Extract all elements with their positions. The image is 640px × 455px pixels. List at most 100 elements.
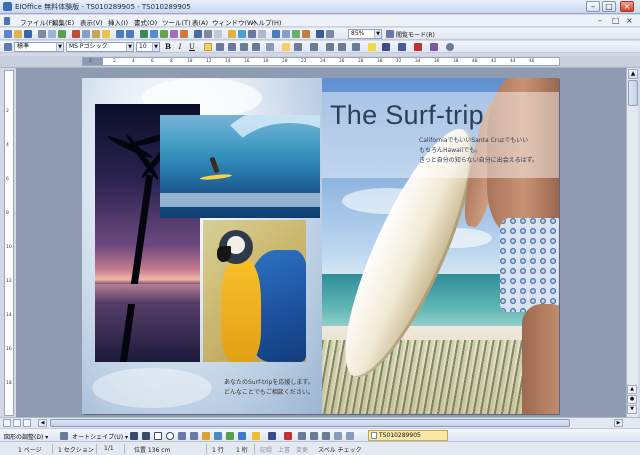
textbox-icon[interactable] [248, 30, 256, 38]
next-page-icon[interactable]: ▼ [627, 405, 637, 414]
print-layout-icon[interactable] [23, 419, 31, 427]
body-text[interactable]: CaliforniaでもいいSanta Cruzでもいい もちろんHawaiiで… [419, 136, 559, 166]
chevron-down-icon[interactable]: ▼ [152, 43, 159, 51]
line-color-icon[interactable] [268, 432, 276, 440]
dash-style-icon[interactable] [310, 432, 318, 440]
fill-color-icon[interactable] [252, 432, 260, 440]
menu-insert[interactable]: 挿入(I) [108, 17, 128, 27]
doc-map-icon[interactable] [194, 30, 202, 38]
wordart-icon[interactable] [202, 432, 210, 440]
vertical-scroll-thumb[interactable] [628, 80, 638, 106]
vertical-ruler[interactable]: 2 4 6 8 10 12 14 16 18 [4, 70, 14, 416]
add-icon[interactable] [446, 43, 454, 51]
scroll-right-arrow-icon[interactable]: ▶ [614, 419, 623, 427]
italic-button[interactable]: I [176, 43, 184, 51]
maximize-button[interactable]: □ [602, 1, 616, 12]
oval-icon[interactable] [166, 432, 174, 440]
chart-icon[interactable] [228, 30, 236, 38]
status-spellcheck[interactable]: スペル チェック [318, 445, 362, 454]
pilcrow-icon[interactable] [272, 30, 280, 38]
scroll-up-arrow-icon[interactable]: ▲ [628, 69, 638, 79]
horizontal-scrollbar[interactable]: ◀ ▶ [0, 417, 640, 428]
vertical-scrollbar[interactable]: ▲ [626, 68, 638, 417]
font-color-icon[interactable] [414, 43, 422, 51]
text-effect-icon[interactable] [430, 43, 438, 51]
numbering-icon[interactable] [310, 43, 318, 51]
highlight-icon[interactable] [368, 43, 376, 51]
autoshape-menu-button[interactable]: オートシェイプ(U) ▾ [72, 432, 128, 441]
rectangle-icon[interactable] [154, 432, 162, 440]
paragraph-border-icon[interactable] [282, 43, 290, 51]
settings-icon[interactable] [316, 30, 324, 38]
previous-page-icon[interactable]: ▲ [627, 385, 637, 394]
decrease-indent-icon[interactable] [326, 43, 334, 51]
grid-icon[interactable] [258, 30, 266, 38]
clipart-icon[interactable] [226, 432, 234, 440]
arrow-style-icon[interactable] [322, 432, 330, 440]
surfer-wave-photo[interactable] [160, 115, 320, 218]
justify-icon[interactable] [240, 43, 248, 51]
chevron-down-icon[interactable]: ▼ [126, 43, 133, 51]
status-overwrite[interactable]: 上書 [278, 445, 290, 454]
line-color-icon[interactable] [382, 43, 390, 51]
doc-minimize-button[interactable]: – [598, 16, 602, 25]
select-arrow-icon[interactable] [60, 432, 68, 440]
copy-icon[interactable] [82, 30, 90, 38]
parrot-photo[interactable] [203, 220, 306, 362]
table-icon[interactable] [150, 30, 158, 38]
reading-mode-button[interactable]: 閲覧モード(R) [396, 30, 435, 39]
print-preview-icon[interactable] [48, 30, 56, 38]
normal-view-icon[interactable] [3, 419, 11, 427]
brush-icon[interactable] [302, 30, 310, 38]
drawing-icon[interactable] [180, 30, 188, 38]
caption-text[interactable]: あなたのSurf-tripを応援します。 どんなことでもご相談ください。 [224, 378, 320, 398]
menu-tools[interactable]: ツール(T) [162, 17, 191, 27]
insert-picture-icon[interactable] [238, 432, 246, 440]
menu-help[interactable]: ヘルプ(H) [252, 17, 281, 27]
chevron-down-icon[interactable]: ▼ [374, 30, 381, 38]
format-painter-icon[interactable] [102, 30, 110, 38]
horizontal-ruler[interactable]: 2 2 4 6 8 10 12 14 16 18 20 22 24 26 28 … [82, 57, 560, 66]
bold-button[interactable]: B [164, 43, 172, 51]
align-center-icon[interactable] [216, 43, 224, 51]
redo-icon[interactable] [126, 30, 134, 38]
zoom-icon[interactable] [214, 30, 222, 38]
diagram-icon[interactable] [214, 432, 222, 440]
menu-table[interactable]: 表(A) [192, 17, 208, 27]
columns-icon[interactable] [170, 30, 178, 38]
align-right-icon[interactable] [228, 43, 236, 51]
cut-icon[interactable] [72, 30, 80, 38]
3d-style-icon[interactable] [346, 432, 354, 440]
menu-file[interactable]: ファイル(F) [20, 17, 55, 27]
show-hide-icon[interactable] [204, 30, 212, 38]
draw-menu-button[interactable]: 図形の調整(D) ▾ [4, 432, 48, 441]
status-record[interactable]: 記録 [260, 445, 272, 454]
status-change[interactable]: 変更 [296, 445, 308, 454]
image-icon[interactable] [238, 30, 246, 38]
line-icon[interactable] [130, 432, 138, 440]
hyperlink-icon[interactable] [140, 30, 148, 38]
print-icon[interactable] [38, 30, 46, 38]
close-button[interactable]: × [620, 1, 634, 12]
distribute-icon[interactable] [252, 43, 260, 51]
scroll-left-arrow-icon[interactable]: ◀ [38, 419, 47, 427]
paragraph-icon[interactable] [326, 30, 334, 38]
font-select[interactable]: MS Pゴシック ▼ [66, 42, 134, 52]
doc-restore-button[interactable]: □ [612, 16, 620, 25]
vertical-textbox-icon[interactable] [190, 432, 198, 440]
arrow-icon[interactable] [142, 432, 150, 440]
undo-icon[interactable] [116, 30, 124, 38]
textbox-icon[interactable] [178, 432, 186, 440]
left-margin-marker[interactable] [83, 58, 103, 65]
open-folder-icon[interactable] [14, 30, 22, 38]
line-spacing-icon[interactable] [266, 43, 274, 51]
document-title[interactable]: The Surf-trip [330, 100, 484, 131]
menu-edit[interactable]: 編集(E) [52, 17, 74, 27]
shadow-icon[interactable] [334, 432, 342, 440]
line-style-icon[interactable] [298, 432, 306, 440]
shading-icon[interactable] [398, 43, 406, 51]
underline-button[interactable]: U [188, 43, 196, 51]
chevron-down-icon[interactable]: ▼ [56, 43, 63, 51]
browse-object-icon[interactable]: ● [627, 395, 637, 404]
border-icon[interactable] [352, 43, 360, 51]
